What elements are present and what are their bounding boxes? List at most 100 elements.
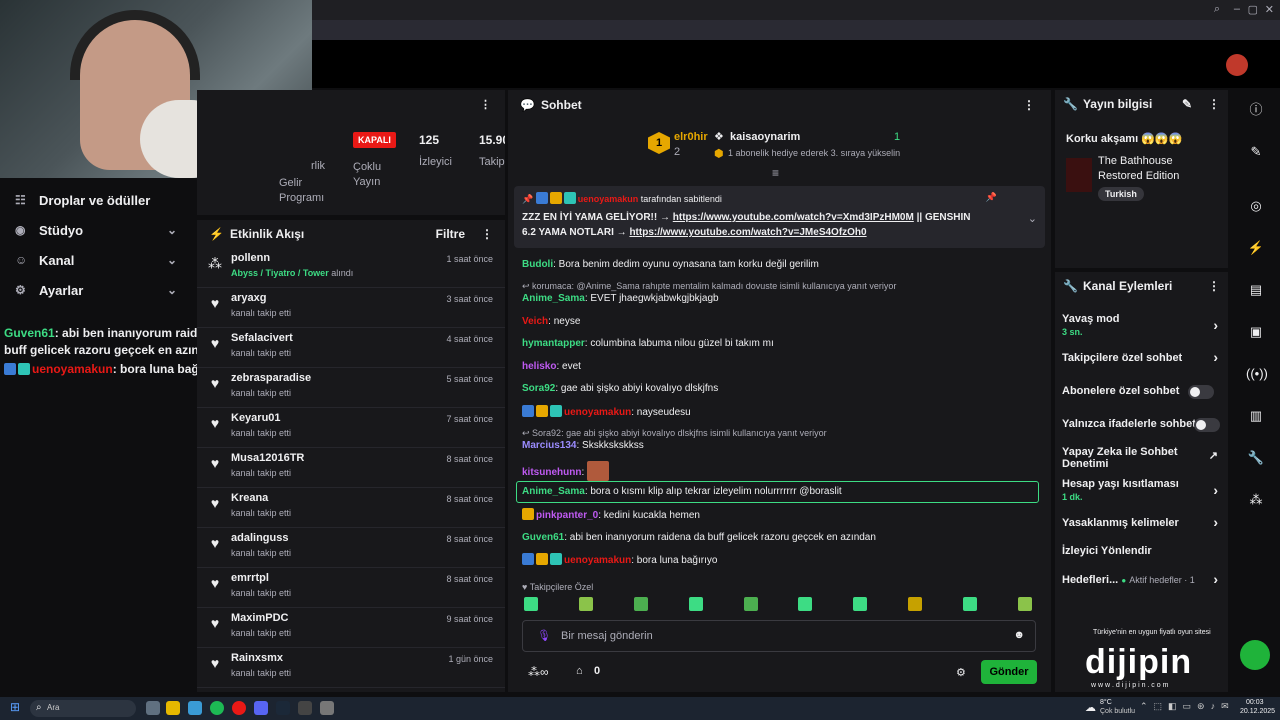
target-icon[interactable]: ◎ bbox=[1246, 196, 1266, 216]
lightning-icon[interactable]: ⚡ bbox=[1246, 238, 1266, 258]
activity-item[interactable]: ♥ emrrtpl kanalı takip etti 8 saat önce bbox=[197, 568, 505, 608]
chat-message[interactable]: uenoyamakun: bora luna bağırıyo bbox=[522, 553, 717, 568]
goals-row[interactable]: Hedefleri... ● Aktif hedefler · 1 › bbox=[1062, 571, 1222, 587]
nav-channel[interactable]: ☺ Kanal ⌄ bbox=[0, 245, 195, 275]
filter-button[interactable]: Filtre bbox=[436, 227, 465, 241]
pinned-message[interactable]: 📌 uenoyamakun tarafından sabitlendi 📌 ZZZ… bbox=[514, 186, 1045, 248]
emote-icon[interactable] bbox=[798, 597, 813, 611]
emote-chat-toggle[interactable] bbox=[1194, 418, 1220, 432]
activity-item[interactable]: ♥ Kreana kanalı takip etti 8 saat önce bbox=[197, 488, 505, 528]
more-icon[interactable]: ⋮ bbox=[1208, 279, 1220, 293]
nav-studio[interactable]: ◉ Stüdyo ⌄ bbox=[0, 215, 195, 245]
pinned-link[interactable]: https://www.youtube.com/watch?v=Xmd3IPzH… bbox=[673, 212, 914, 223]
chat-message[interactable]: Marcius134: Skskkskskkss bbox=[522, 439, 644, 453]
microphone-icon[interactable]: 🎙 bbox=[537, 629, 551, 642]
subs-chat-row[interactable]: Abonelere özel sohbet bbox=[1062, 385, 1222, 399]
wrench-icon[interactable]: 🔧 bbox=[1246, 448, 1266, 468]
chat-message[interactable]: Budoli: Bora benim dedim oyunu oynasana … bbox=[522, 258, 819, 272]
pencil-icon[interactable]: ✎ bbox=[1246, 142, 1266, 162]
pin-icon[interactable]: 📌 bbox=[986, 192, 997, 203]
minimize-icon[interactable]: – bbox=[1234, 3, 1240, 15]
search-icon[interactable]: ⌕ bbox=[1214, 3, 1220, 16]
opera-icon[interactable] bbox=[232, 701, 246, 715]
taskbar-search[interactable]: ⌕ Ara bbox=[30, 700, 136, 717]
emoji-icon[interactable]: ☻ bbox=[1013, 629, 1025, 641]
activity-item[interactable]: ♥ adalinguss kanalı takip etti 8 saat önce bbox=[197, 528, 505, 568]
emote-icon[interactable] bbox=[853, 597, 868, 611]
emote-icon[interactable] bbox=[908, 597, 923, 611]
redirect-row[interactable]: İzleyici Yönlendir bbox=[1062, 545, 1222, 557]
game-name[interactable]: The Bathhouse Restored Edition bbox=[1098, 154, 1218, 184]
gear-icon[interactable]: ⚙ bbox=[956, 666, 966, 679]
subs-chat-toggle[interactable] bbox=[1188, 385, 1214, 399]
close-icon[interactable]: ✕ bbox=[1265, 3, 1274, 16]
document-icon[interactable]: ▤ bbox=[1246, 280, 1266, 300]
emote-icon[interactable] bbox=[743, 597, 758, 611]
explorer-icon[interactable] bbox=[166, 701, 180, 715]
activity-item[interactable]: ♥ aryaxg kanalı takip etti 3 saat önce bbox=[197, 288, 505, 328]
app-icon[interactable] bbox=[298, 701, 312, 715]
leader-target[interactable]: kaisaoynarim bbox=[730, 131, 800, 143]
drops-icon[interactable]: ⁂ bbox=[1246, 490, 1266, 510]
emote-icon[interactable] bbox=[633, 597, 648, 611]
settings-icon[interactable] bbox=[320, 701, 334, 715]
leader-user[interactable]: elr0hir bbox=[674, 131, 708, 143]
chat-message[interactable]: hymantapper: columbina labuma nilou güze… bbox=[522, 337, 774, 351]
emote-icon[interactable] bbox=[963, 597, 977, 611]
pinned-link[interactable]: https://www.youtube.com/watch?v=JMeS4Ofz… bbox=[629, 227, 866, 238]
chat-message[interactable]: Anime_Sama: EVET jhaegwkjabwkgjbkjagb bbox=[522, 292, 719, 306]
spotify-icon[interactable] bbox=[210, 701, 224, 715]
whatsapp-icon[interactable] bbox=[1240, 640, 1270, 670]
weather-icon[interactable]: ☁ bbox=[1085, 701, 1096, 714]
chat-message[interactable]: Guven61: abi ben inanıyorum raidena da b… bbox=[522, 531, 876, 545]
emote-icon[interactable] bbox=[578, 597, 593, 611]
chat-message[interactable]: uenoyamakun: nayseudesu bbox=[522, 405, 691, 420]
banned-words-row[interactable]: Yasaklanmış kelimeler › bbox=[1062, 514, 1222, 530]
followers-chat-row[interactable]: Takipçilere özel sohbet › bbox=[1062, 349, 1222, 365]
chat-message[interactable]: Veich: neyse bbox=[522, 315, 580, 329]
nav-settings[interactable]: ⚙ Ayarlar ⌄ bbox=[0, 275, 195, 305]
chat-message[interactable]: helisko: evet bbox=[522, 360, 581, 374]
chevron-down-icon[interactable]: ⌄ bbox=[1028, 212, 1037, 225]
drops-infinity-icon[interactable]: ⁂∞ bbox=[528, 665, 549, 679]
edge-icon[interactable] bbox=[188, 701, 202, 715]
chat-input[interactable]: 🎙 Bir mesaj gönderin ☻ bbox=[522, 620, 1036, 652]
emote-chat-row[interactable]: Yalnızca ifadelerle sohbet bbox=[1062, 418, 1222, 432]
chat-message[interactable]: pinkpanter_0: kedini kucakla hemen bbox=[522, 508, 700, 523]
tray-icons[interactable]: ⌃⬚◧▭⊛♪✉ bbox=[1140, 701, 1235, 712]
layout-icon[interactable]: ▥ bbox=[1246, 406, 1266, 426]
store-icon[interactable]: ⌂ bbox=[576, 665, 583, 677]
send-button[interactable]: Gönder bbox=[981, 660, 1037, 684]
maximize-icon[interactable]: ▢ bbox=[1248, 3, 1258, 16]
account-age-row[interactable]: Hesap yaşı kısıtlaması 1 dk. › bbox=[1062, 478, 1222, 502]
activity-item[interactable]: ♥ MaximPDC kanalı takip etti 9 saat önce bbox=[197, 608, 505, 648]
steam-icon[interactable] bbox=[276, 701, 290, 715]
activity-item[interactable]: ♥ Sefalacivert kanalı takip etti 4 saat önc… bbox=[197, 328, 505, 368]
ai-mod-row[interactable]: Yapay Zeka ile Sohbet Denetimi ↗ bbox=[1062, 446, 1222, 470]
edit-icon[interactable]: ✎ bbox=[1182, 97, 1192, 111]
more-icon[interactable]: ⋮ bbox=[480, 98, 491, 111]
broadcast-icon[interactable]: ((•)) bbox=[1246, 364, 1268, 384]
chat-icon[interactable]: ▣ bbox=[1246, 322, 1266, 342]
activity-item[interactable]: ⁂ pollenn Abyss / Tiyatro / Tower alındı 1 … bbox=[197, 248, 505, 288]
activity-item[interactable]: ♥ Musa12016TR kanalı takip etti 8 saat önce bbox=[197, 448, 505, 488]
more-icon[interactable]: ⋮ bbox=[1023, 98, 1035, 112]
windows-start-icon[interactable]: ⊞ bbox=[10, 700, 20, 714]
emote-icon[interactable] bbox=[688, 597, 703, 611]
chat-message[interactable]: kitsunehunn: bbox=[522, 461, 611, 481]
discord-icon[interactable] bbox=[254, 701, 268, 715]
emote-icon[interactable] bbox=[1017, 597, 1032, 611]
activity-item[interactable]: ♥ Rainxsmx kanalı takip etti 1 gün önce bbox=[197, 648, 505, 688]
info-icon[interactable]: ⓘ bbox=[1246, 100, 1266, 120]
activity-item[interactable]: ♥ zebrasparadise kanalı takip etti 5 saat ö… bbox=[197, 368, 505, 408]
collapse-icon[interactable]: ≡ bbox=[772, 166, 779, 180]
avatar[interactable] bbox=[1226, 54, 1248, 76]
more-icon[interactable]: ⋮ bbox=[481, 227, 493, 241]
activity-item[interactable]: ♥ Keyaru01 kanalı takip etti 7 saat önce bbox=[197, 408, 505, 448]
taskview-icon[interactable] bbox=[146, 701, 160, 715]
highlighted-message[interactable]: Anime_Sama: bora o kısmı klip alıp tekra… bbox=[516, 481, 1039, 503]
tag-chip[interactable]: Turkish bbox=[1098, 187, 1144, 201]
slow-mode-row[interactable]: Yavaş mod 3 sn. › bbox=[1062, 313, 1222, 337]
browser-urlbar[interactable] bbox=[312, 20, 1280, 40]
emote-icon[interactable] bbox=[524, 597, 538, 611]
